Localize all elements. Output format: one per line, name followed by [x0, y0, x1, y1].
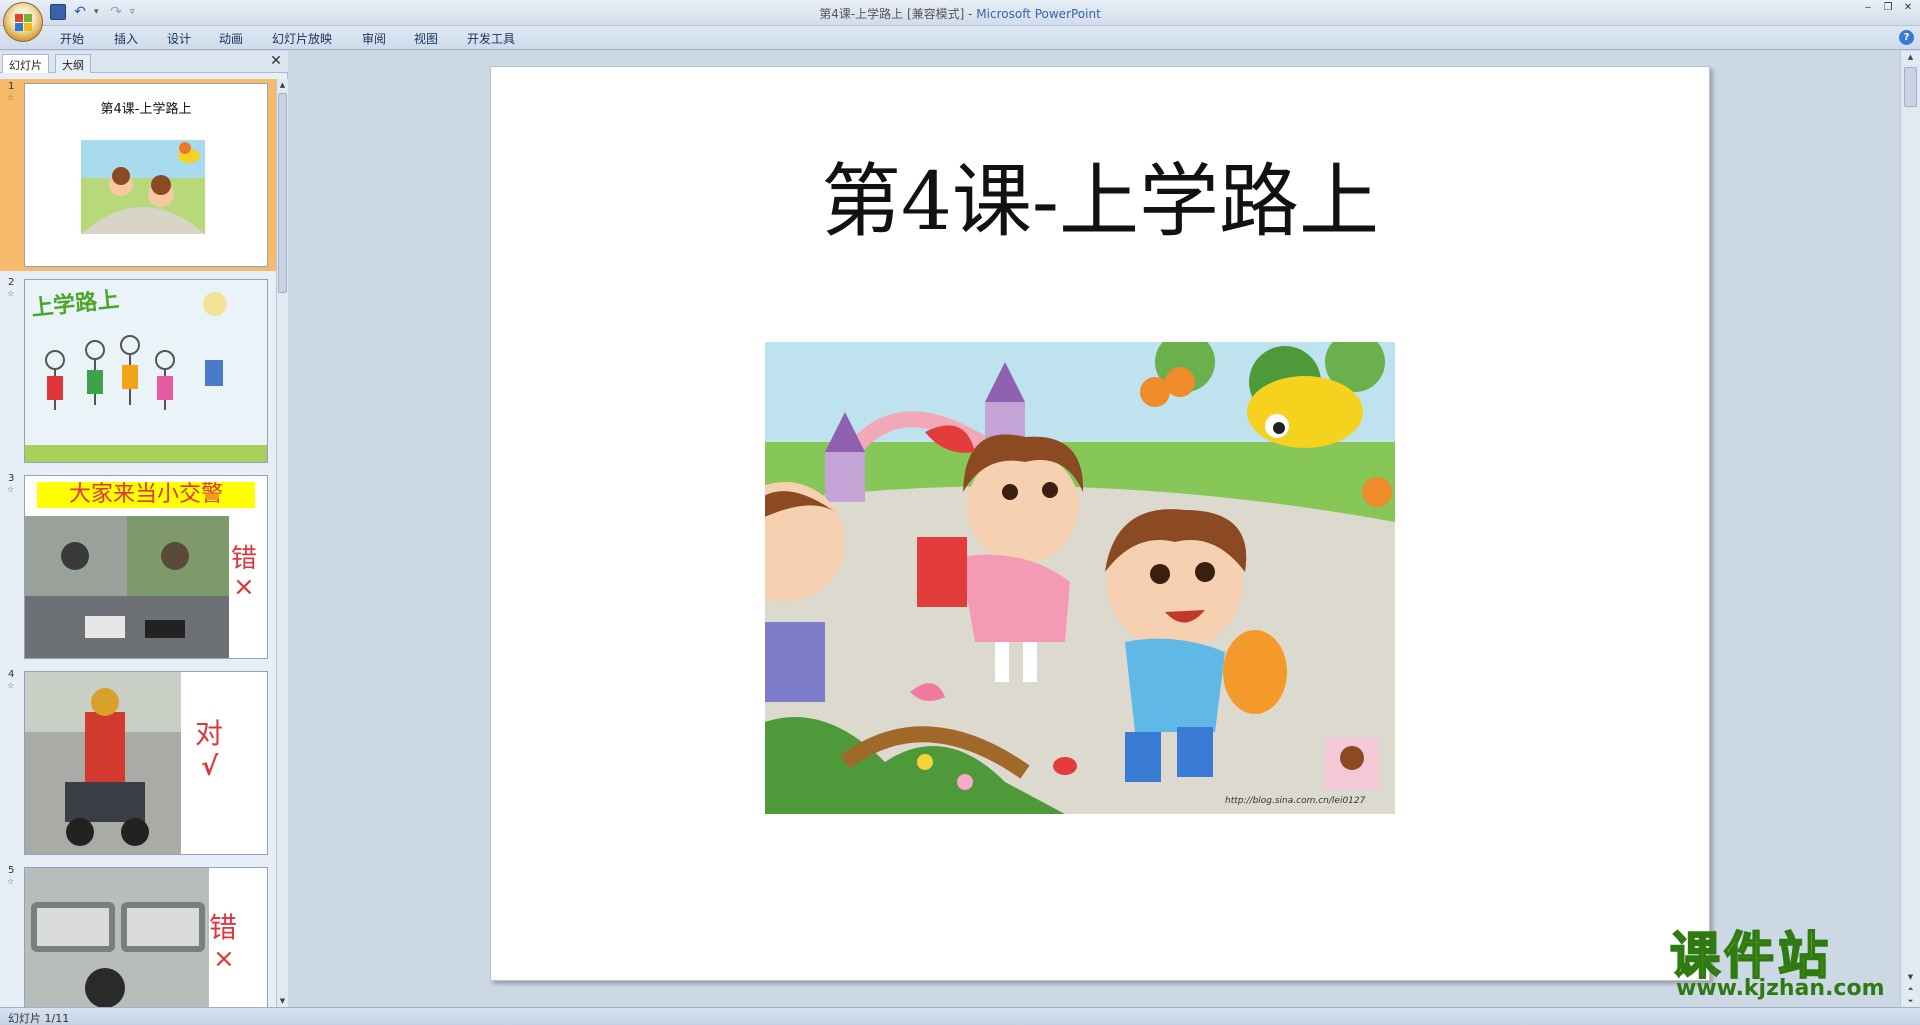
thumbnail-slide-5[interactable]: 错 × [24, 867, 268, 1007]
animation-star-icon: ☆ [7, 93, 15, 102]
thumbnail-scooter-photo [25, 672, 181, 854]
office-logo-icon [15, 14, 33, 32]
watermark-logo: 课件站 www.kjzhan.com [1669, 922, 1900, 1006]
thumbnail-slide-4[interactable]: 对 √ [24, 671, 268, 855]
thumbnail-number: 1 [8, 81, 15, 92]
image-credit: http://blog.sina.com.cn/lei0127 [1225, 796, 1366, 806]
animation-star-icon: ☆ [7, 485, 15, 494]
slide-thumbnails: 1 ☆ 第4课-上学路上 2 ☆ 上学路上 3 ☆ 大家来当小交警 错 × 4 … [0, 79, 276, 1007]
thumbnail-bus-photo [25, 868, 209, 1007]
next-slide-icon[interactable]: ⏷ [1901, 995, 1920, 1007]
animation-star-icon: ☆ [7, 877, 15, 886]
tab-developer[interactable]: 开发工具 [467, 30, 515, 47]
thumbnail-slide-2[interactable]: 上学路上 [24, 279, 268, 463]
scroll-up-icon[interactable]: ▲ [277, 79, 288, 91]
thumbnail-row-3[interactable]: 3 ☆ 大家来当小交警 错 × [0, 471, 276, 663]
window-controls: ‒ ❐ ✕ [1860, 2, 1916, 14]
minimize-icon[interactable]: ‒ [1860, 2, 1876, 14]
thumbnail-kids-illustration [81, 140, 205, 234]
slide-position: 幻灯片 1/11 [8, 1012, 70, 1025]
tab-slideshow[interactable]: 幻灯片放映 [272, 30, 332, 47]
office-button[interactable] [3, 2, 43, 42]
help-icon[interactable]: ? [1899, 30, 1914, 45]
watermark-url: www.kjzhan.com [1676, 976, 1885, 1001]
thumbnail-row-5[interactable]: 5 ☆ 错 × [0, 863, 276, 1007]
tab-home[interactable]: 开始 [60, 30, 84, 47]
thumbnail-banner: 大家来当小交警 [37, 482, 255, 508]
thumbnail-number: 4 [8, 669, 15, 680]
tab-insert[interactable]: 插入 [114, 30, 138, 47]
thumbnail-row-4[interactable]: 4 ☆ 对 √ [0, 667, 276, 859]
previous-slide-icon[interactable]: ⏶ [1901, 983, 1920, 995]
tab-outline[interactable]: 大纲 [55, 54, 91, 73]
slide-title[interactable]: 第4课-上学路上 [491, 137, 1709, 253]
thumbnail-traffic-photo [25, 516, 229, 658]
thumbnail-row-1[interactable]: 1 ☆ 第4课-上学路上 [0, 79, 276, 271]
thumbnail-number: 3 [8, 473, 15, 484]
editor-scrollbar[interactable]: ▲ ▼ ⏶ ⏷ [1900, 51, 1920, 1007]
thumbnail-number: 2 [8, 277, 15, 288]
current-slide[interactable]: 第4课-上学路上 http://blog.sina.com.cn/lei0127 [490, 66, 1710, 981]
ribbon-tabs: 开始 插入 设计 动画 幻灯片放映 审阅 视图 开发工具 ? [0, 26, 1920, 50]
scrollbar-thumb[interactable] [1904, 67, 1917, 107]
tab-slides[interactable]: 幻灯片 [2, 54, 49, 73]
tab-view[interactable]: 视图 [414, 30, 438, 47]
thumbnails-scrollbar[interactable]: ▲ ▼ [276, 79, 288, 1007]
restore-icon[interactable]: ❐ [1880, 2, 1896, 14]
scroll-down-icon[interactable]: ▼ [277, 995, 288, 1007]
document-title: 第4课-上学路上 [兼容模式] - [819, 7, 977, 21]
scroll-up-icon[interactable]: ▲ [1901, 51, 1920, 63]
thumbnail-verdict: 对 [195, 717, 224, 750]
close-pane-icon[interactable]: ✕ [268, 53, 284, 69]
thumbnail-verdict: 错 [231, 544, 258, 574]
animation-star-icon: ☆ [7, 681, 15, 690]
slide-kids-illustration[interactable] [765, 342, 1395, 814]
tab-animations[interactable]: 动画 [219, 30, 243, 47]
window-title: 第4课-上学路上 [兼容模式] - Microsoft PowerPoint [0, 5, 1920, 22]
thumbnail-number: 5 [8, 865, 15, 876]
close-icon[interactable]: ✕ [1900, 2, 1916, 14]
scroll-down-icon[interactable]: ▼ [1901, 971, 1920, 983]
slides-pane: 幻灯片 大纲 ✕ 1 ☆ 第4课-上学路上 2 ☆ 上学路上 3 ☆ 大家来当小… [0, 51, 288, 1007]
tab-design[interactable]: 设计 [167, 30, 191, 47]
animation-star-icon: ☆ [7, 289, 15, 298]
thumbnail-slide-1[interactable]: 第4课-上学路上 [24, 83, 268, 267]
title-bar: ↶ ▾ ↷ ▿ 第4课-上学路上 [兼容模式] - Microsoft Powe… [0, 0, 1920, 26]
thumbnail-verdict: 错 [209, 911, 238, 944]
thumbnail-mark: √ [201, 752, 219, 782]
app-name: Microsoft PowerPoint [976, 7, 1101, 21]
pane-tabs: 幻灯片 大纲 ✕ [0, 51, 288, 73]
thumbnail-title: 第4课-上学路上 [100, 102, 192, 117]
thumbnail-slide-3[interactable]: 大家来当小交警 错 × [24, 475, 268, 659]
status-bar: 幻灯片 1/11 [0, 1007, 1920, 1025]
thumbnail-row-2[interactable]: 2 ☆ 上学路上 [0, 275, 276, 467]
scrollbar-thumb[interactable] [278, 93, 287, 293]
thumbnail-mark: × [233, 572, 255, 602]
thumbnail-mark: × [213, 944, 235, 974]
tab-review[interactable]: 审阅 [362, 30, 386, 47]
